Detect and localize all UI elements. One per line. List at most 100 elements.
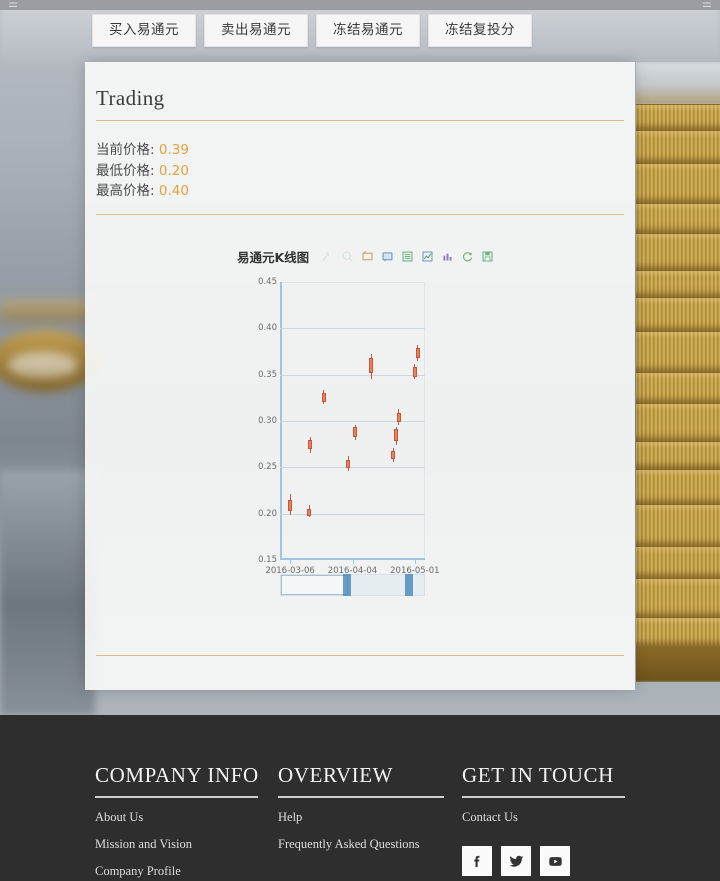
coin-band xyxy=(636,130,720,163)
candlestick xyxy=(288,282,293,560)
footer-link-about-us[interactable]: About Us xyxy=(95,810,260,825)
zoom-select-icon[interactable] xyxy=(321,250,334,263)
trading-tab-bar: 买入易通元 卖出易通元 冻结易通元 冻结复投分 xyxy=(92,14,532,47)
youtube-icon xyxy=(548,856,562,866)
coin-band xyxy=(636,104,720,130)
social-button-facebook[interactable] xyxy=(462,846,492,876)
candle-body xyxy=(321,393,326,403)
x-axis-tick-mark xyxy=(352,560,354,564)
tab-freeze[interactable]: 冻结易通元 xyxy=(316,14,420,47)
coin-band xyxy=(636,372,720,403)
footer-heading-company-info: COMPANY INFO xyxy=(95,763,259,787)
zoom-reset-icon[interactable] xyxy=(341,250,354,263)
datazoom-window[interactable] xyxy=(281,575,348,595)
restore-icon[interactable] xyxy=(461,250,474,263)
twitter-icon xyxy=(509,855,523,867)
coin-band xyxy=(636,203,720,233)
save-image-icon[interactable] xyxy=(481,250,494,263)
echarts-toolbox xyxy=(321,250,494,263)
coin-band xyxy=(636,163,720,203)
coin-band xyxy=(636,578,720,617)
coin-band xyxy=(636,233,720,270)
candlestick xyxy=(307,282,311,560)
footer-rule-company-info xyxy=(95,796,258,798)
y-axis-tick-label: 0.40 xyxy=(258,323,277,334)
y-axis-tick-label: 0.20 xyxy=(258,508,277,519)
coin-band xyxy=(636,504,720,546)
x-axis-tick-mark xyxy=(290,560,292,564)
y-axis-tick-label: 0.15 xyxy=(258,555,277,565)
y-axis-tick-label: 0.30 xyxy=(258,416,277,426)
candle-body xyxy=(396,412,401,422)
footer-link-company-profile[interactable]: Company Profile xyxy=(95,864,260,879)
candlestick xyxy=(346,282,351,560)
data-zoom-reset-icon[interactable] xyxy=(381,250,394,263)
footer-link-help[interactable]: Help xyxy=(278,810,446,825)
page-root: ☰ ☰ 买入易通元 卖出易通元 冻结易通元 冻结复投分 Trading 当前价格… xyxy=(0,0,720,881)
datazoom-handle-right[interactable] xyxy=(405,574,413,596)
divider-middle xyxy=(96,214,624,215)
footer-link-faq[interactable]: Frequently Asked Questions xyxy=(278,837,446,852)
footer-rule-get-in-touch xyxy=(462,796,625,798)
tab-sell[interactable]: 卖出易通元 xyxy=(204,14,308,47)
footer-column-overview: OVERVIEW Help Frequently Asked Questions xyxy=(278,763,446,852)
footer-link-mission-and-vision[interactable]: Mission and Vision xyxy=(95,837,260,852)
system-status-bar: ☰ ☰ xyxy=(0,0,720,10)
price-row-high: 最高价格: 0.40 xyxy=(96,181,189,202)
candle-body xyxy=(307,509,311,516)
price-summary: 当前价格: 0.39 最低价格: 0.20 最高价格: 0.40 xyxy=(96,140,189,202)
price-value-low: 0.20 xyxy=(158,162,189,179)
coin-band xyxy=(636,441,720,469)
candlestick xyxy=(353,282,358,560)
data-zoom-icon[interactable] xyxy=(361,250,374,263)
footer-column-company-info: COMPANY INFO About Us Mission and Vision… xyxy=(95,763,260,879)
candle-body xyxy=(369,357,374,373)
footer-link-contact-us[interactable]: Contact Us xyxy=(462,810,627,825)
candlestick xyxy=(321,282,326,560)
footer-rule-overview xyxy=(278,796,444,798)
facebook-icon xyxy=(473,855,479,867)
footer-column-get-in-touch: GET IN TOUCH Contact Us xyxy=(462,763,627,825)
coin-band xyxy=(636,469,720,504)
coin-band xyxy=(636,617,720,646)
coin-band xyxy=(636,270,720,297)
coin-stack-image xyxy=(636,62,720,682)
coin-band xyxy=(636,403,720,441)
candle-body xyxy=(415,347,420,358)
price-row-current: 当前价格: 0.39 xyxy=(96,140,189,161)
bar-chart-icon[interactable] xyxy=(441,250,454,263)
chart-title: 易通元K线图 xyxy=(237,250,310,265)
chart-plot-area: 0.45 0.40 0.35 0.30 0.25 0.20 0.15 2016-03-06 2… xyxy=(258,277,439,576)
price-label-high: 最高价格: xyxy=(96,183,155,199)
candlestick xyxy=(415,282,420,560)
coin-band xyxy=(636,546,720,578)
datazoom-handle-left[interactable] xyxy=(342,574,351,596)
coin-band xyxy=(636,331,720,372)
price-value-current: 0.39 xyxy=(158,142,189,158)
y-axis-tick-label: 0.35 xyxy=(258,369,277,380)
site-footer: COMPANY INFO About Us Mission and Vision… xyxy=(0,715,720,881)
candle-body xyxy=(346,459,351,469)
trading-panel: Trading 当前价格: 0.39 最低价格: 0.20 最高价格: 0.40… xyxy=(85,62,635,690)
divider-bottom xyxy=(96,655,624,656)
price-row-low: 最低价格: 0.20 xyxy=(96,161,189,182)
tab-buy[interactable]: 买入易通元 xyxy=(92,14,196,47)
social-button-youtube[interactable] xyxy=(540,846,570,876)
x-axis-tick-mark xyxy=(414,560,416,564)
tab-freeze-reinvest[interactable]: 冻结复投分 xyxy=(428,14,532,47)
line-chart-icon[interactable] xyxy=(421,250,434,263)
coin-band xyxy=(636,297,720,331)
candlestick xyxy=(396,282,401,560)
price-value-high: 0.40 xyxy=(158,183,189,199)
footer-heading-overview: OVERVIEW xyxy=(278,763,394,787)
page-title: Trading xyxy=(96,86,165,110)
footer-heading-get-in-touch: GET IN TOUCH xyxy=(462,763,614,787)
price-label-low: 最低价格: xyxy=(96,162,155,179)
social-links xyxy=(462,846,570,876)
data-view-icon[interactable] xyxy=(401,250,414,263)
candle-body xyxy=(288,499,293,511)
datazoom-slider[interactable] xyxy=(280,574,425,596)
candlestick xyxy=(369,282,374,560)
social-button-twitter[interactable] xyxy=(501,846,531,876)
candle-body xyxy=(353,427,358,437)
